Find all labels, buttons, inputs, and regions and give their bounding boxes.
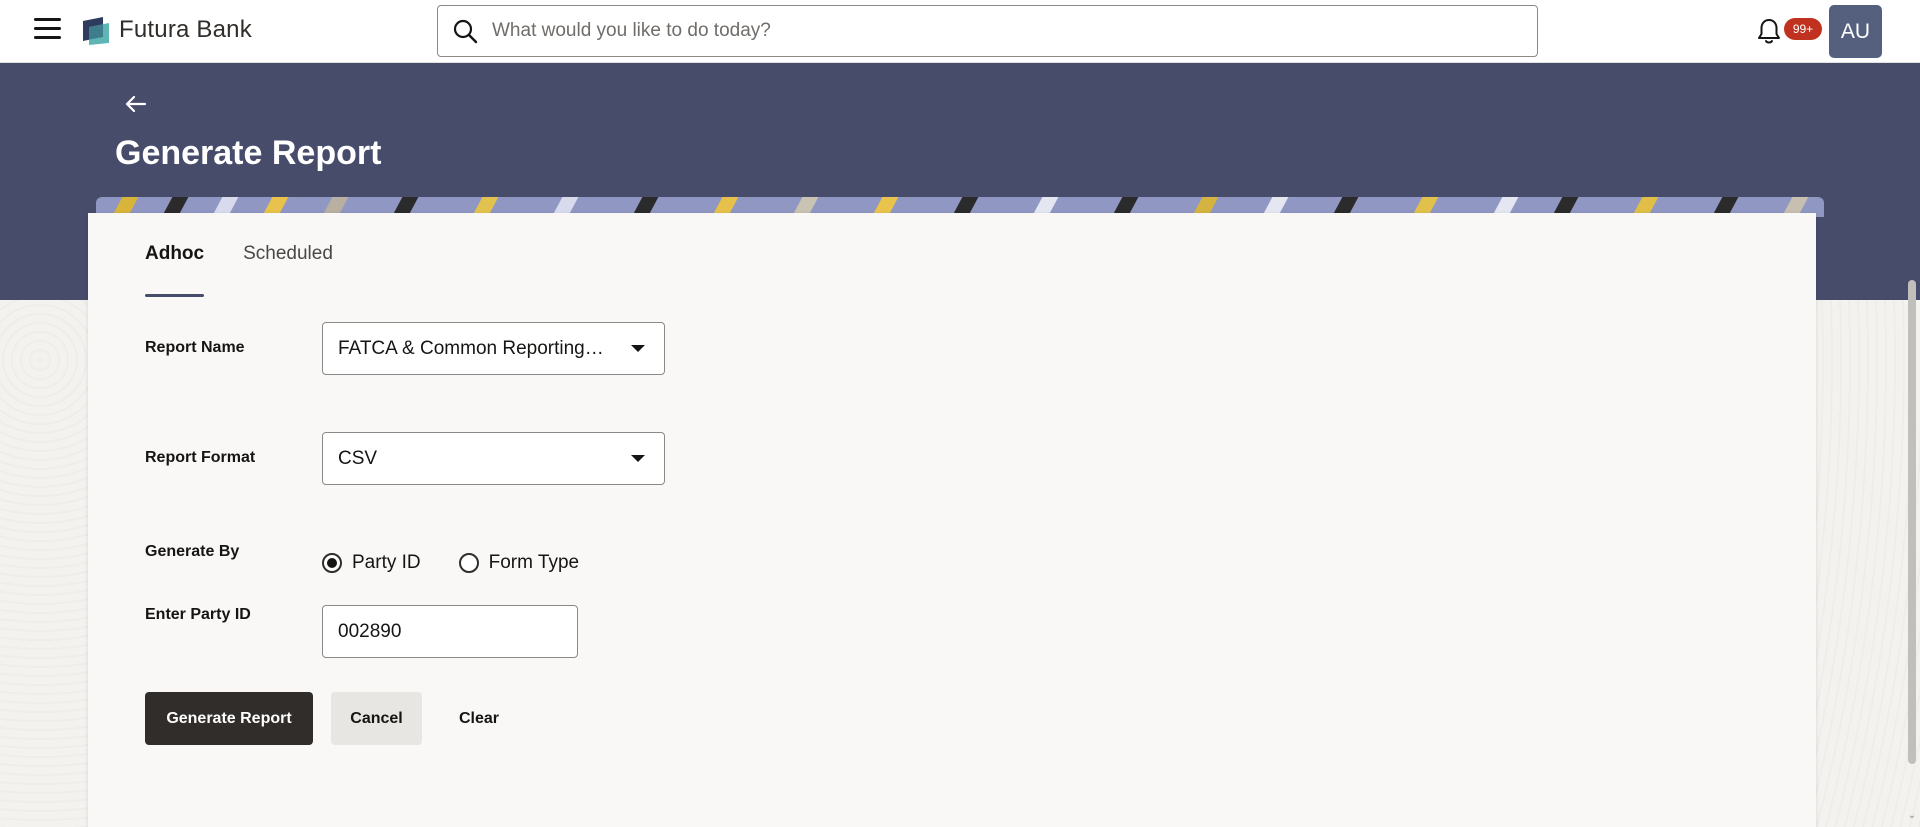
cancel-button[interactable]: Cancel (331, 692, 422, 745)
search-bar[interactable] (437, 5, 1538, 57)
party-id-input[interactable] (322, 605, 578, 658)
generate-by-radio-group: Party ID Form Type (322, 552, 579, 574)
top-bar: Futura Bank 99+ AU (0, 0, 1920, 63)
brand-name[interactable]: Futura Bank (119, 16, 252, 44)
scrollbar-thumb[interactable] (1908, 280, 1916, 764)
radio-form-type[interactable]: Form Type (458, 552, 580, 574)
bell-icon[interactable] (1756, 17, 1782, 45)
futura-bank-logo-icon (83, 17, 109, 45)
report-format-label: Report Format (145, 449, 256, 466)
page-title: Generate Report (115, 134, 382, 172)
generate-by-label: Generate By (145, 543, 240, 560)
search-input[interactable] (490, 6, 1520, 56)
chevron-down-icon (631, 455, 645, 462)
radio-unchecked-icon[interactable] (458, 553, 479, 573)
arrow-left-icon[interactable] (124, 92, 148, 116)
chevron-down-icon (631, 345, 645, 352)
radio-form-type-label: Form Type (488, 552, 580, 573)
radio-checked-icon[interactable] (322, 553, 342, 573)
report-form-card: Adhoc Scheduled Report Name FATCA & Comm… (88, 213, 1816, 827)
party-id-label: Enter Party ID (145, 606, 251, 623)
report-name-select[interactable]: FATCA & Common Reporting Standards (322, 322, 665, 375)
report-format-value: CSV (338, 448, 378, 469)
tab-adhoc[interactable]: Adhoc (145, 243, 205, 297)
scroll-down-icon[interactable]: ⌄ (1907, 811, 1917, 821)
radio-party-id-label: Party ID (352, 552, 421, 573)
hamburger-menu-icon[interactable] (34, 18, 61, 40)
user-avatar[interactable]: AU (1829, 5, 1882, 58)
report-format-select[interactable]: CSV (322, 432, 665, 485)
tab-scheduled[interactable]: Scheduled (243, 243, 333, 297)
radio-party-id[interactable]: Party ID (322, 552, 421, 574)
report-name-value: FATCA & Common Reporting Standards (338, 338, 608, 359)
report-tabs: Adhoc Scheduled (145, 243, 333, 297)
page-scrollbar[interactable]: ⌄ (1904, 278, 1920, 827)
report-name-label: Report Name (145, 339, 245, 356)
clear-button[interactable]: Clear (439, 692, 519, 745)
search-icon (453, 19, 478, 44)
generate-report-button[interactable]: Generate Report (145, 692, 313, 745)
notification-badge: 99+ (1784, 18, 1822, 40)
